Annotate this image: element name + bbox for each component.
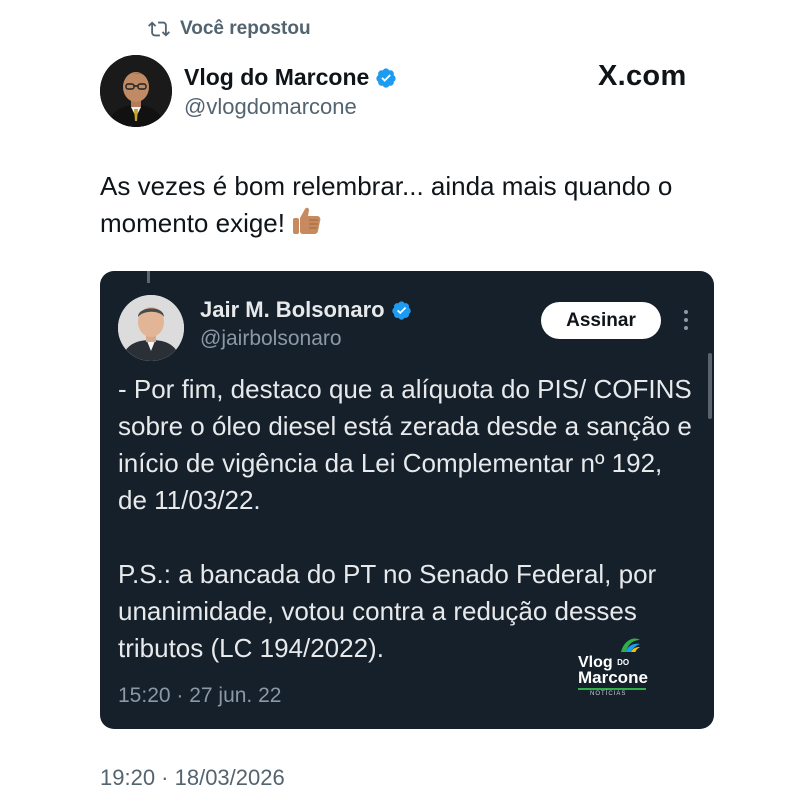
quoted-author-handle[interactable]: @jairbolsonaro [200, 327, 342, 351]
more-vertical-icon[interactable] [674, 305, 698, 335]
quoted-paragraph-1: - Por fim, destaco que a alíquota do PIS… [118, 374, 692, 515]
post-body: As vezes é bom relembrar... ainda mais q… [100, 171, 673, 238]
repost-indicator: Você repostou [148, 18, 311, 40]
author-avatar[interactable] [100, 55, 172, 127]
quoted-post-time[interactable]: 15:20 · 27 jun. 22 [118, 684, 281, 708]
repost-icon [148, 21, 170, 37]
post-text: As vezes é bom relembrar... ainda mais q… [100, 168, 740, 246]
quoted-author-avatar[interactable] [118, 295, 184, 361]
author-handle[interactable]: @vlogdomarcone [184, 94, 357, 120]
xcom-branding: X.com [598, 60, 687, 92]
subscribe-button[interactable]: Assinar [541, 302, 661, 339]
watermark-underline [578, 688, 646, 690]
post-timestamp[interactable]: 19:20 · 18/03/2026 [100, 765, 285, 791]
watermark-line2: Marcone [578, 668, 648, 687]
repost-label: Você repostou [180, 18, 311, 39]
quoted-author-name-row[interactable]: Jair M. Bolsonaro [200, 297, 412, 323]
author-name-row[interactable]: Vlog do Marcone [184, 64, 397, 91]
watermark-line3: NOTÍCIAS [590, 691, 627, 697]
author-name[interactable]: Vlog do Marcone [184, 64, 369, 91]
scrollbar[interactable] [708, 353, 712, 419]
quoted-author-name[interactable]: Jair M. Bolsonaro [200, 297, 385, 323]
vlog-do-marcone-watermark: Vlog DO Marcone NOTÍCIAS [574, 634, 654, 704]
verified-badge-icon [375, 67, 397, 89]
quoted-verified-badge-icon [391, 300, 412, 321]
thumbs-up-emoji-icon [291, 206, 323, 246]
quoted-post-card[interactable]: Jair M. Bolsonaro @jairbolsonaro Assinar… [100, 271, 714, 729]
card-notch [147, 271, 150, 283]
quoted-post-text: - Por fim, destaco que a alíquota do PIS… [118, 371, 698, 667]
